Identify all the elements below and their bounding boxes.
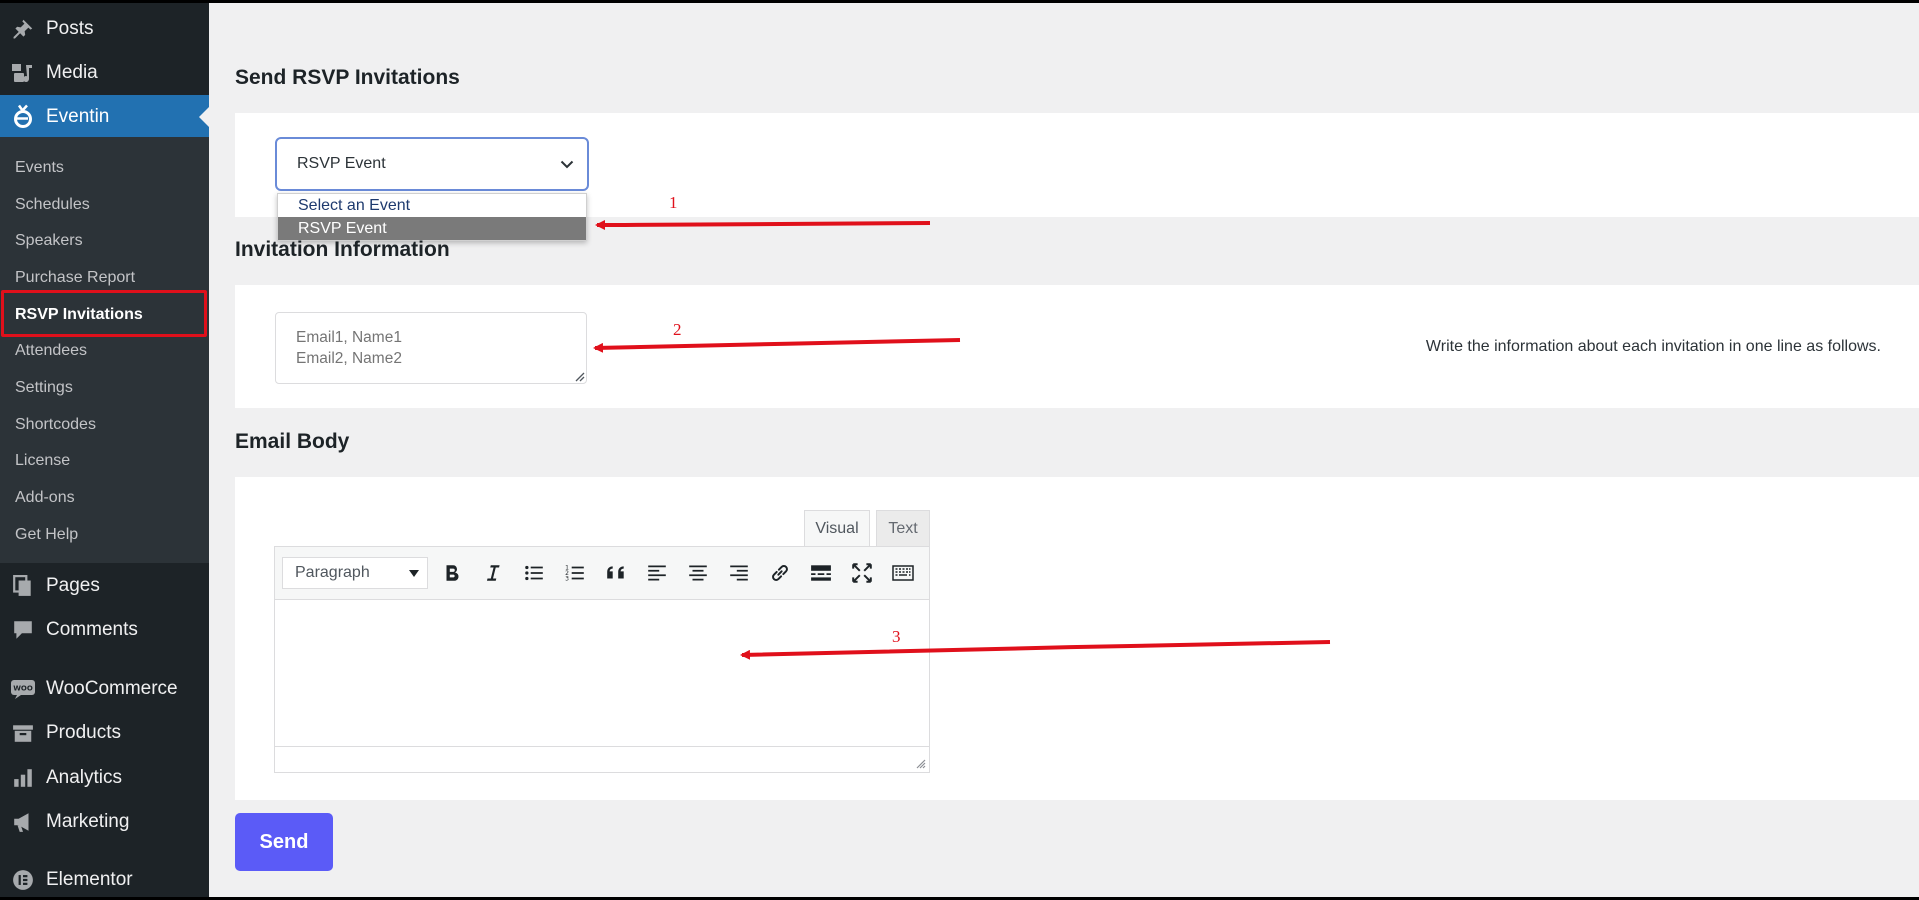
- menu-media[interactable]: Media: [0, 51, 209, 95]
- read-more-icon: [811, 565, 831, 581]
- submenu-get-help[interactable]: Get Help: [0, 517, 209, 553]
- tab-text[interactable]: Text: [876, 510, 930, 546]
- bar-chart-icon: [0, 767, 46, 789]
- menu-analytics-label: Analytics: [46, 767, 123, 788]
- menu-pages[interactable]: Pages: [0, 564, 209, 608]
- read-more-button[interactable]: [806, 558, 836, 588]
- menu-analytics[interactable]: Analytics: [0, 756, 209, 800]
- eventin-icon: [0, 104, 46, 130]
- menu-woocommerce[interactable]: WOO WooCommerce: [0, 667, 209, 711]
- menu-pages-label: Pages: [46, 575, 100, 596]
- event-select-value: RSVP Event: [297, 155, 386, 172]
- invitation-title: Invitation Information: [235, 238, 450, 261]
- menu-comments[interactable]: Comments: [0, 608, 209, 652]
- align-left-icon: [648, 565, 666, 581]
- bullet-list-button[interactable]: [519, 558, 549, 588]
- fullscreen-button[interactable]: [847, 558, 877, 588]
- keyboard-icon: [892, 565, 914, 581]
- bold-icon: [446, 565, 459, 581]
- option-select-an-event[interactable]: Select an Event: [278, 194, 586, 217]
- menu-elementor[interactable]: Elementor: [0, 858, 209, 900]
- pushpin-icon: [0, 18, 46, 40]
- annotation-number-1: 1: [669, 193, 678, 212]
- submenu-add-ons[interactable]: Add-ons: [0, 480, 209, 516]
- menu-comments-label: Comments: [46, 619, 138, 640]
- submenu-settings[interactable]: Settings: [0, 370, 209, 406]
- rsvp-highlight-box: [1, 290, 207, 337]
- send-button[interactable]: Send: [235, 813, 333, 871]
- email-body-title: Email Body: [235, 430, 350, 453]
- tab-visual[interactable]: Visual: [804, 510, 870, 546]
- elementor-icon: [0, 869, 46, 891]
- submenu-license[interactable]: License: [0, 443, 209, 479]
- caret-down-icon: [409, 570, 419, 577]
- align-right-button[interactable]: [724, 558, 754, 588]
- annotation-arrow-1: [595, 219, 931, 230]
- editor-resize-icon[interactable]: [914, 757, 926, 769]
- annotation-number-2: 2: [673, 320, 682, 339]
- format-select[interactable]: Paragraph: [282, 557, 428, 589]
- annotation-number-3: 3: [892, 627, 901, 646]
- megaphone-icon: [0, 811, 46, 833]
- comments-icon: [0, 619, 46, 641]
- option-rsvp-event[interactable]: RSVP Event: [278, 217, 586, 240]
- resize-grip-icon[interactable]: [573, 370, 585, 382]
- fullscreen-icon: [852, 563, 872, 583]
- align-left-button[interactable]: [642, 558, 672, 588]
- format-select-value: Paragraph: [295, 564, 370, 581]
- event-dropdown: Select an Event RSVP Event: [277, 193, 587, 241]
- pages-icon: [0, 575, 46, 597]
- menu-eventin-label: Eventin: [46, 106, 110, 127]
- svg-text:WOO: WOO: [13, 685, 33, 693]
- numbered-list-icon: 123: [565, 565, 584, 583]
- submenu-speakers[interactable]: Speakers: [0, 223, 209, 259]
- eventin-submenu: Events Schedules Speakers Purchase Repor…: [0, 137, 209, 563]
- media-icon: [0, 62, 46, 84]
- admin-sidebar: Posts Media Eventin Events Schedules Spe…: [0, 3, 209, 897]
- editor-toolbar: Paragraph 123: [274, 546, 930, 600]
- editor-content-area[interactable]: [274, 600, 930, 746]
- italic-button[interactable]: [478, 558, 508, 588]
- event-select[interactable]: RSVP Event: [275, 137, 589, 191]
- menu-media-label: Media: [46, 62, 98, 83]
- menu-products-label: Products: [46, 722, 121, 743]
- align-right-icon: [730, 565, 748, 581]
- submenu-schedules[interactable]: Schedules: [0, 187, 209, 223]
- blockquote-button[interactable]: [601, 558, 631, 588]
- link-button[interactable]: [765, 558, 795, 588]
- menu-products[interactable]: Products: [0, 711, 209, 755]
- menu-elementor-label: Elementor: [46, 869, 133, 890]
- italic-icon: [486, 565, 500, 581]
- editor-statusbar: [274, 746, 930, 773]
- link-icon: [772, 565, 788, 581]
- submenu-events[interactable]: Events: [0, 150, 209, 186]
- blockquote-icon: [607, 566, 624, 579]
- bullet-list-icon: [525, 565, 543, 581]
- submenu-shortcodes[interactable]: Shortcodes: [0, 407, 209, 443]
- menu-marketing[interactable]: Marketing: [0, 800, 209, 844]
- svg-text:3: 3: [565, 576, 569, 583]
- chevron-down-icon: [560, 160, 574, 169]
- align-center-button[interactable]: [683, 558, 713, 588]
- menu-marketing-label: Marketing: [46, 811, 130, 832]
- menu-posts[interactable]: Posts: [0, 7, 209, 51]
- woocommerce-icon: WOO: [0, 679, 46, 699]
- archive-icon: [0, 722, 46, 744]
- submenu-attendees[interactable]: Attendees: [0, 333, 209, 369]
- numbered-list-button[interactable]: 123: [560, 558, 590, 588]
- invitation-help-text: Write the information about each invitat…: [1425, 338, 1881, 355]
- bold-button[interactable]: [437, 558, 467, 588]
- invitation-textarea[interactable]: [275, 312, 587, 384]
- align-center-icon: [689, 565, 707, 581]
- menu-woocommerce-label: WooCommerce: [46, 678, 178, 699]
- send-rsvp-title: Send RSVP Invitations: [235, 66, 460, 89]
- toolbar-toggle-button[interactable]: [888, 558, 918, 588]
- menu-eventin[interactable]: Eventin: [0, 95, 209, 139]
- menu-posts-label: Posts: [46, 18, 94, 39]
